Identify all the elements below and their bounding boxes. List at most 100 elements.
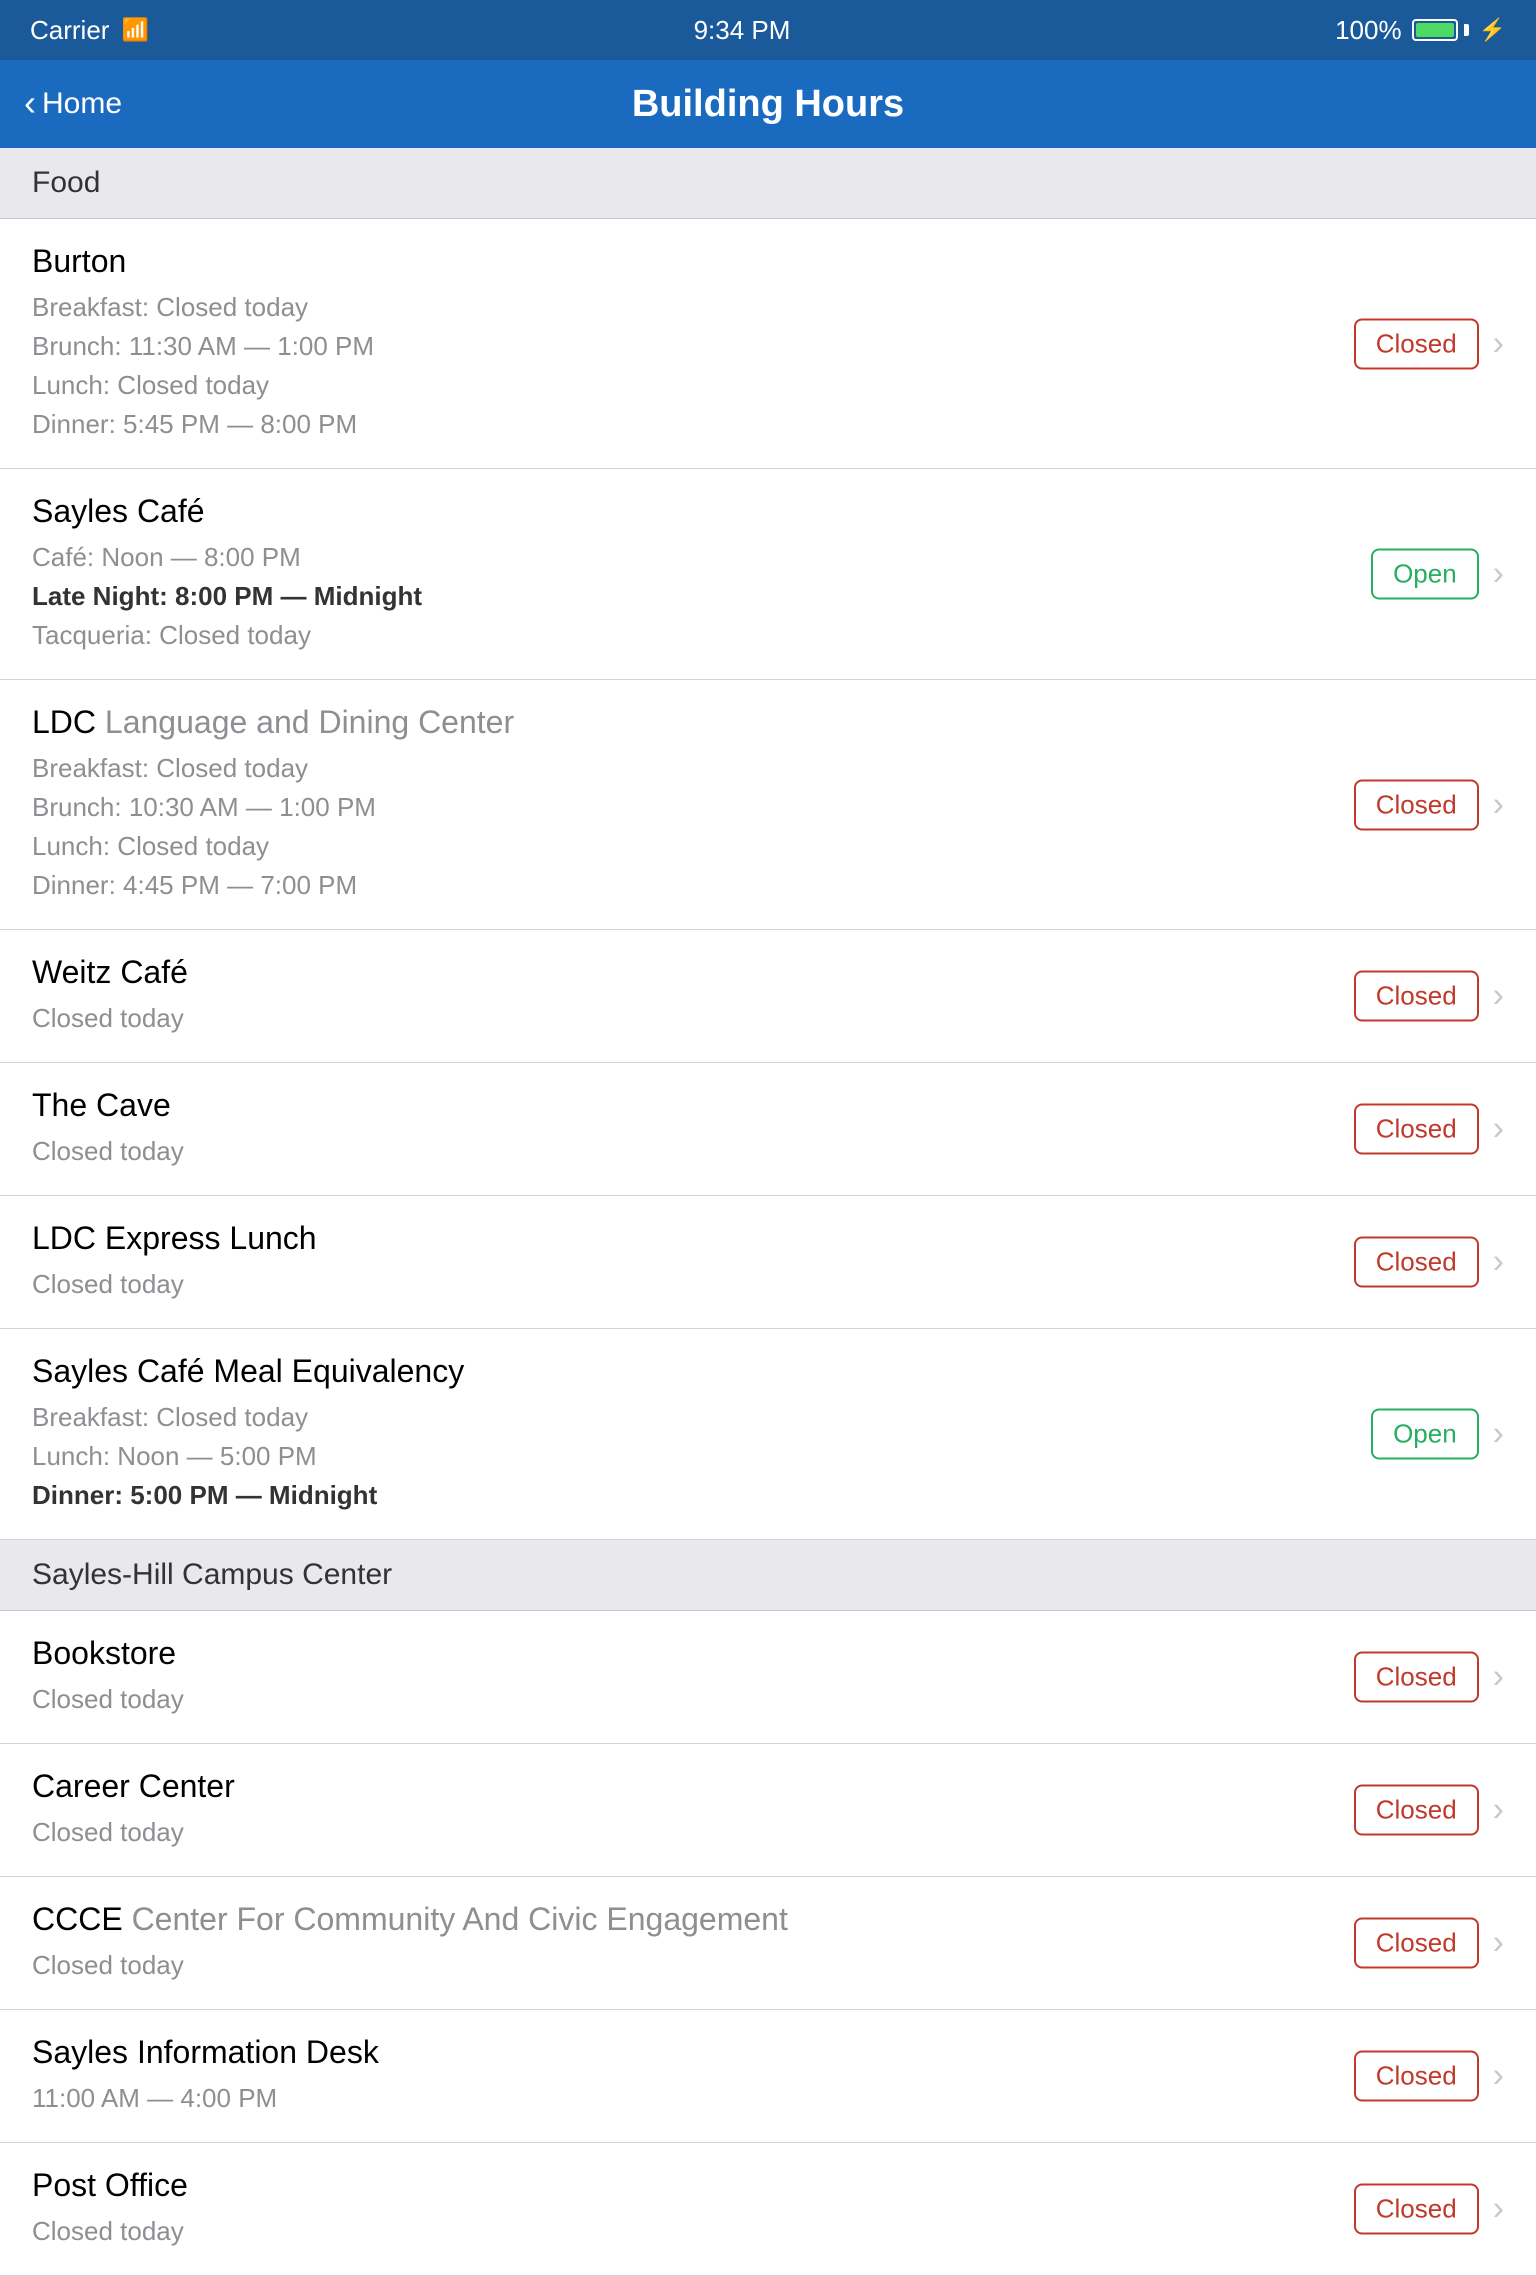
list-item-ldc[interactable]: LDC Language and Dining Center Breakfast:… bbox=[0, 680, 1536, 930]
list-item-detail-ldc-express: Closed today bbox=[32, 1265, 1344, 1304]
list-item-sayles-meal[interactable]: Sayles Café Meal Equivalency Breakfast: C… bbox=[0, 1329, 1536, 1540]
list-item-title-ccce: CCCE Center For Community And Civic Enga… bbox=[32, 1901, 1344, 1938]
list-item-content-burton: Burton Breakfast: Closed todayBrunch: 11:… bbox=[32, 243, 1504, 444]
list-item-post-office[interactable]: Post OfficeClosed todayClosed› bbox=[0, 2143, 1536, 2276]
list-item-right-sayles-meal: Open › bbox=[1371, 1409, 1504, 1460]
list-item-detail-sayles-cafe: Late Night: 8:00 PM — Midnight bbox=[32, 577, 1344, 616]
list-item-detail-ldc: Dinner: 4:45 PM — 7:00 PM bbox=[32, 866, 1344, 905]
list-item-title-bookstore: Bookstore bbox=[32, 1635, 1344, 1672]
list-item-detail-ldc: Brunch: 10:30 AM — 1:00 PM bbox=[32, 788, 1344, 827]
list-item-detail-burton: Dinner: 5:45 PM — 8:00 PM bbox=[32, 405, 1344, 444]
list-item-content-ldc-express: LDC Express LunchClosed today bbox=[32, 1220, 1504, 1304]
list-item-title-ldc: LDC Language and Dining Center bbox=[32, 704, 1344, 741]
status-badge-sayles-cafe: Open bbox=[1371, 549, 1479, 600]
list-item-detail-sayles-meal: Lunch: Noon — 5:00 PM bbox=[32, 1437, 1344, 1476]
list-item-burton[interactable]: Burton Breakfast: Closed todayBrunch: 11:… bbox=[0, 219, 1536, 469]
list-item-detail-burton: Lunch: Closed today bbox=[32, 366, 1344, 405]
list-item-bookstore[interactable]: Bookstore Closed today Closed › bbox=[0, 1611, 1536, 1744]
section-header-food: Food bbox=[0, 148, 1536, 219]
chevron-right-icon-bookstore: › bbox=[1493, 1658, 1504, 1697]
list-item-title-burton: Burton bbox=[32, 243, 1344, 280]
chevron-right-icon-ccce: › bbox=[1493, 1924, 1504, 1963]
status-badge-burton: Closed bbox=[1354, 318, 1479, 369]
chevron-right-icon-sayles-info: › bbox=[1493, 2057, 1504, 2096]
chevron-right-icon-career-center: › bbox=[1493, 1791, 1504, 1830]
page-title: Building Hours bbox=[632, 83, 904, 126]
list-item-right-the-cave: Closed › bbox=[1354, 1104, 1504, 1155]
status-badge-ccce: Closed bbox=[1354, 1918, 1479, 1969]
list-item-right-post-office: Closed › bbox=[1354, 2184, 1504, 2235]
list-item-right-sayles-cafe: Open › bbox=[1371, 549, 1504, 600]
list-item-content-career-center: Career Center Closed today bbox=[32, 1768, 1504, 1852]
list-item-detail-sayles-cafe: Tacqueria: Closed today bbox=[32, 616, 1344, 655]
nav-bar: ‹ Home Building Hours bbox=[0, 60, 1536, 148]
list-item-detail-sayles-meal: Breakfast: Closed today bbox=[32, 1398, 1344, 1437]
list-item-detail-ccce: Closed today bbox=[32, 1946, 1344, 1985]
content-root: FoodBurtonBreakfast: Closed todayBrunch:… bbox=[0, 148, 1536, 2276]
list-item-detail-sayles-info: 11:00 AM — 4:00 PM bbox=[32, 2079, 1344, 2118]
list-item-content-bookstore: Bookstore Closed today bbox=[32, 1635, 1504, 1719]
list-item-right-sayles-info: Closed › bbox=[1354, 2051, 1504, 2102]
list-item-title-weitz-cafe: Weitz Café bbox=[32, 954, 1344, 991]
list-item-detail-the-cave: Closed today bbox=[32, 1132, 1344, 1171]
list-item-detail-burton: Brunch: 11:30 AM — 1:00 PM bbox=[32, 327, 1344, 366]
chevron-right-icon-sayles-meal: › bbox=[1493, 1415, 1504, 1454]
list-item-right-ccce: Closed › bbox=[1354, 1918, 1504, 1969]
back-chevron-icon: ‹ bbox=[24, 85, 36, 121]
list-item-sayles-info[interactable]: Sayles Information Desk 11:00 AM — 4:00 P… bbox=[0, 2010, 1536, 2143]
chevron-right-icon-the-cave: › bbox=[1493, 1110, 1504, 1149]
back-button[interactable]: ‹ Home bbox=[24, 87, 122, 121]
list-item-title-post-office: Post Office bbox=[32, 2167, 1344, 2204]
chevron-right-icon-sayles-cafe: › bbox=[1493, 555, 1504, 594]
list-item-weitz-cafe[interactable]: Weitz Café Closed today Closed› bbox=[0, 930, 1536, 1063]
chevron-right-icon-burton: › bbox=[1493, 324, 1504, 363]
list-item-ldc-express[interactable]: LDC Express LunchClosed todayClosed› bbox=[0, 1196, 1536, 1329]
list-item-right-burton: Closed › bbox=[1354, 318, 1504, 369]
list-item-title-sayles-info: Sayles Information Desk bbox=[32, 2034, 1344, 2071]
battery-icon bbox=[1412, 19, 1469, 41]
list-item-detail-sayles-cafe: Café: Noon — 8:00 PM bbox=[32, 538, 1344, 577]
list-item-content-the-cave: The Cave Closed today bbox=[32, 1087, 1504, 1171]
back-label: Home bbox=[42, 87, 122, 121]
status-badge-weitz-cafe: Closed bbox=[1354, 971, 1479, 1022]
list-item-detail-career-center: Closed today bbox=[32, 1813, 1344, 1852]
status-badge-career-center: Closed bbox=[1354, 1785, 1479, 1836]
list-item-detail-sayles-meal: Dinner: 5:00 PM — Midnight bbox=[32, 1476, 1344, 1515]
list-item-content-ccce: CCCE Center For Community And Civic Enga… bbox=[32, 1901, 1504, 1985]
list-item-right-bookstore: Closed › bbox=[1354, 1652, 1504, 1703]
list-item-content-ldc: LDC Language and Dining Center Breakfast:… bbox=[32, 704, 1504, 905]
status-badge-sayles-info: Closed bbox=[1354, 2051, 1479, 2102]
chevron-right-icon-post-office: › bbox=[1493, 2190, 1504, 2229]
list-item-right-ldc-express: Closed› bbox=[1354, 1237, 1504, 1288]
list-item-title-sayles-cafe: Sayles Café bbox=[32, 493, 1344, 530]
list-item-detail-bookstore: Closed today bbox=[32, 1680, 1344, 1719]
list-item-ccce[interactable]: CCCE Center For Community And Civic Enga… bbox=[0, 1877, 1536, 2010]
battery-percent: 100% bbox=[1335, 15, 1402, 46]
status-bar-right: 100% ⚡ bbox=[1335, 15, 1506, 46]
list-item-content-weitz-cafe: Weitz Café Closed today bbox=[32, 954, 1504, 1038]
list-item-the-cave[interactable]: The Cave Closed today Closed › bbox=[0, 1063, 1536, 1196]
status-bar-left: Carrier 📶 bbox=[30, 15, 149, 46]
list-item-title-sayles-meal: Sayles Café Meal Equivalency bbox=[32, 1353, 1344, 1390]
carrier-label: Carrier bbox=[30, 15, 109, 46]
status-badge-ldc: Closed bbox=[1354, 779, 1479, 830]
list-item-content-sayles-cafe: Sayles Café Café: Noon — 8:00 PMLate Nigh… bbox=[32, 493, 1504, 655]
list-item-right-career-center: Closed › bbox=[1354, 1785, 1504, 1836]
list-item-content-post-office: Post OfficeClosed today bbox=[32, 2167, 1504, 2251]
list-item-sayles-cafe[interactable]: Sayles Café Café: Noon — 8:00 PMLate Nigh… bbox=[0, 469, 1536, 680]
status-badge-sayles-meal: Open bbox=[1371, 1409, 1479, 1460]
status-badge-the-cave: Closed bbox=[1354, 1104, 1479, 1155]
list-item-detail-weitz-cafe: Closed today bbox=[32, 999, 1344, 1038]
status-badge-bookstore: Closed bbox=[1354, 1652, 1479, 1703]
list-item-career-center[interactable]: Career Center Closed today Closed › bbox=[0, 1744, 1536, 1877]
list-item-right-weitz-cafe: Closed› bbox=[1354, 971, 1504, 1022]
chevron-right-icon-ldc: › bbox=[1493, 785, 1504, 824]
list-item-title-career-center: Career Center bbox=[32, 1768, 1344, 1805]
list-item-detail-burton: Breakfast: Closed today bbox=[32, 288, 1344, 327]
list-item-title-the-cave: The Cave bbox=[32, 1087, 1344, 1124]
section-header-sayles-hill: Sayles-Hill Campus Center bbox=[0, 1540, 1536, 1611]
list-item-content-sayles-info: Sayles Information Desk 11:00 AM — 4:00 P… bbox=[32, 2034, 1504, 2118]
list-item-detail-ldc: Breakfast: Closed today bbox=[32, 749, 1344, 788]
status-badge-post-office: Closed bbox=[1354, 2184, 1479, 2235]
bolt-icon: ⚡ bbox=[1479, 17, 1506, 43]
